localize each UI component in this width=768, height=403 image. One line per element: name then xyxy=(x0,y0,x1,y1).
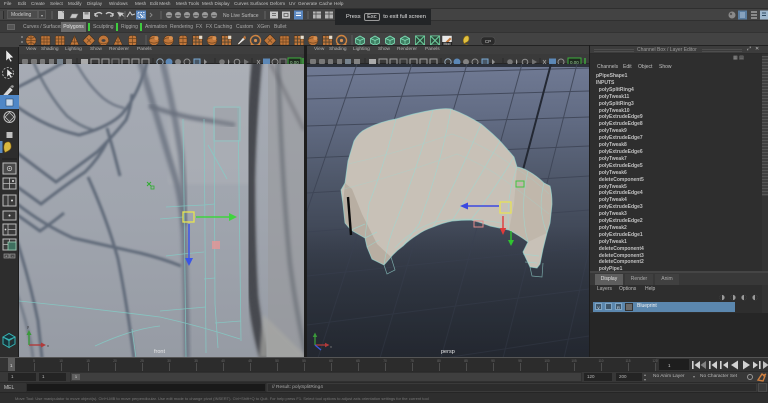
svg-text:10: 10 xyxy=(59,359,63,363)
svg-text:115: 115 xyxy=(625,359,630,363)
svg-text:120: 120 xyxy=(652,359,658,363)
svg-text:105: 105 xyxy=(571,359,577,363)
svg-text:25: 25 xyxy=(140,359,144,363)
svg-text:30: 30 xyxy=(167,359,171,363)
svg-text:x: x xyxy=(330,344,332,349)
svg-text:y: y xyxy=(27,324,29,329)
svg-text:85: 85 xyxy=(464,359,468,363)
svg-text:75: 75 xyxy=(410,359,414,363)
svg-text:100: 100 xyxy=(544,359,550,363)
svg-text:35: 35 xyxy=(194,359,198,363)
svg-text:55: 55 xyxy=(302,359,306,363)
svg-text:15: 15 xyxy=(86,359,90,363)
svg-text:No Live Surface: No Live Surface xyxy=(223,13,259,19)
svg-text:20: 20 xyxy=(113,359,117,363)
svg-text:65: 65 xyxy=(356,359,360,363)
svg-text:45: 45 xyxy=(248,359,252,363)
svg-text:40: 40 xyxy=(221,359,225,363)
svg-text:CP: CP xyxy=(485,39,491,44)
svg-text:90: 90 xyxy=(491,359,495,363)
svg-text:-: - xyxy=(12,255,14,259)
svg-text:50: 50 xyxy=(275,359,279,363)
svg-text:110: 110 xyxy=(598,359,603,363)
svg-text:x: x xyxy=(47,343,49,348)
svg-text:70: 70 xyxy=(383,359,387,363)
svg-text:95: 95 xyxy=(518,359,522,363)
svg-text:persp: persp xyxy=(441,349,455,355)
svg-text:80: 80 xyxy=(437,359,441,363)
svg-text:front: front xyxy=(154,349,165,355)
svg-text:5: 5 xyxy=(33,359,35,363)
svg-text:60: 60 xyxy=(329,359,333,363)
